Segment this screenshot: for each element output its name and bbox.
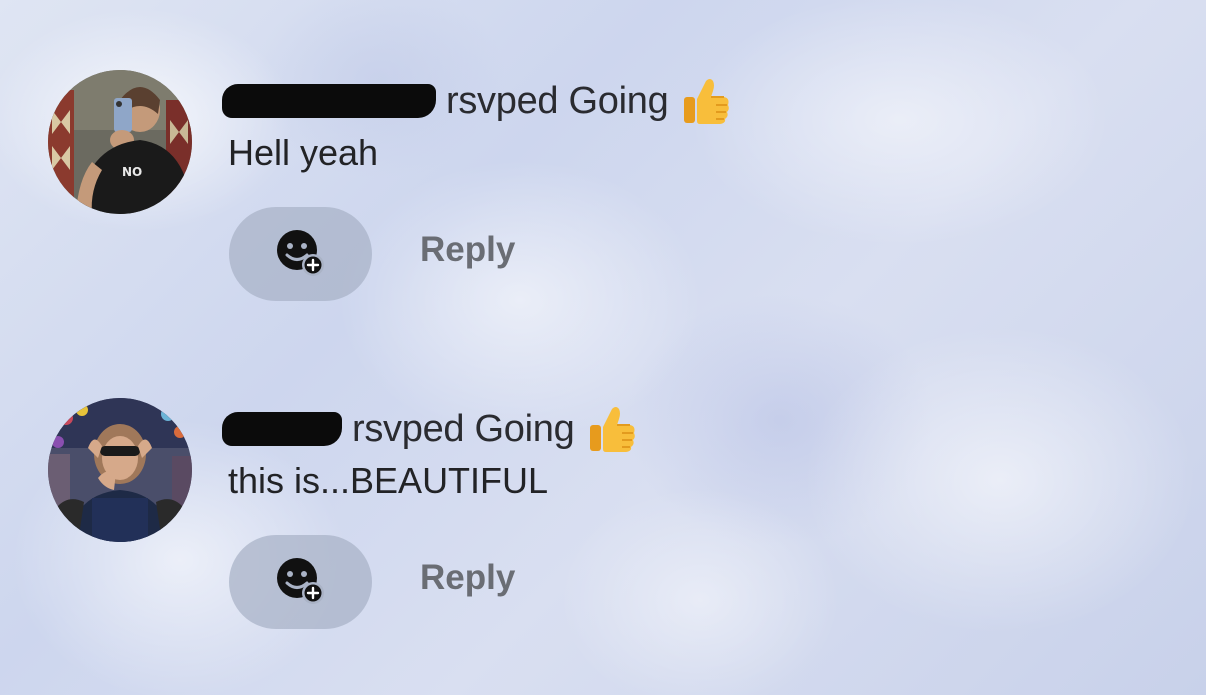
avatar[interactable] — [48, 398, 192, 542]
comment-text: this is...BEAUTIFUL — [228, 460, 549, 501]
add-reaction-icon — [276, 230, 324, 276]
add-reaction-icon — [276, 558, 324, 604]
svg-text:NO: NO — [122, 165, 142, 179]
add-reaction-button[interactable] — [229, 207, 372, 301]
reply-button[interactable]: Reply — [420, 558, 515, 598]
avatar[interactable]: NO — [48, 70, 192, 214]
thumbs-up-icon — [684, 79, 730, 124]
rsvp-status-text: rsvped Going — [352, 407, 575, 450]
avatar-photo — [48, 398, 192, 542]
reply-button[interactable]: Reply — [420, 230, 515, 270]
comment-header: rsvped Going — [222, 75, 732, 127]
comment-text: Hell yeah — [228, 132, 379, 173]
comment-header: rsvped Going — [222, 403, 638, 455]
redacted-username — [222, 412, 342, 446]
add-reaction-button[interactable] — [229, 535, 372, 629]
redacted-username — [222, 84, 436, 118]
avatar-photo: NO — [48, 70, 192, 214]
thumbs-up-icon — [590, 407, 636, 452]
rsvp-status-text: rsvped Going — [446, 79, 669, 122]
